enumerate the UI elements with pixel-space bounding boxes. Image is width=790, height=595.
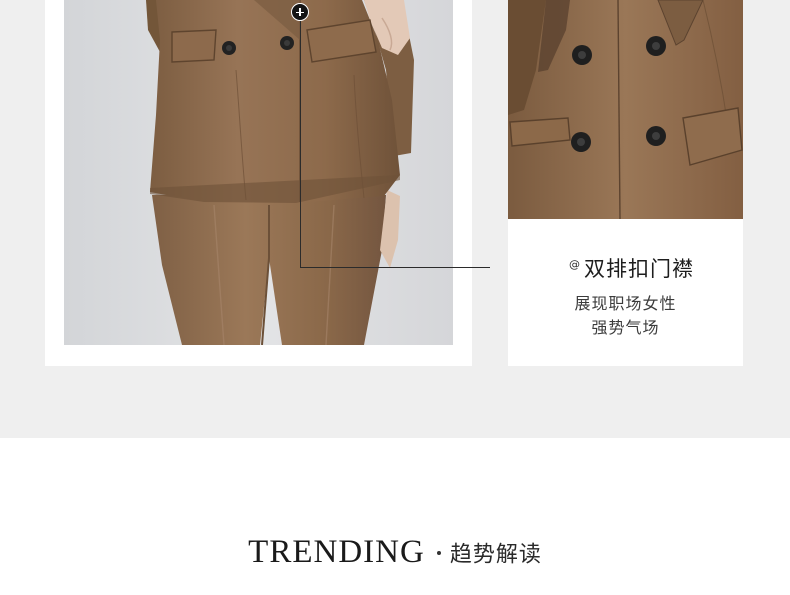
feature-desc-line-2: 强势气场 bbox=[591, 318, 660, 337]
heading-separator-dot bbox=[436, 550, 441, 555]
callout-line-horizontal bbox=[300, 267, 490, 268]
main-photo-card bbox=[45, 0, 472, 366]
feature-band: @ 双排扣门襟 展现职场女性 强势气场 bbox=[0, 0, 790, 438]
callout-line-vertical bbox=[300, 12, 301, 268]
feature-desc-line-1: 展现职场女性 bbox=[574, 294, 677, 313]
section-heading-cn: 趋势解读 bbox=[449, 542, 542, 568]
detail-photo bbox=[508, 0, 743, 219]
hotspot-plus-icon[interactable] bbox=[291, 3, 309, 21]
feature-title-text: 双排扣门襟 bbox=[584, 257, 694, 281]
section-heading-en: TRENDING bbox=[248, 534, 425, 570]
feature-title: @ 双排扣门襟 bbox=[569, 253, 694, 283]
feature-description: 展现职场女性 强势气场 bbox=[508, 292, 743, 340]
main-product-photo bbox=[64, 0, 453, 345]
section-heading: TRENDING 趋势解读 bbox=[0, 534, 790, 571]
at-symbol: @ bbox=[569, 258, 581, 271]
